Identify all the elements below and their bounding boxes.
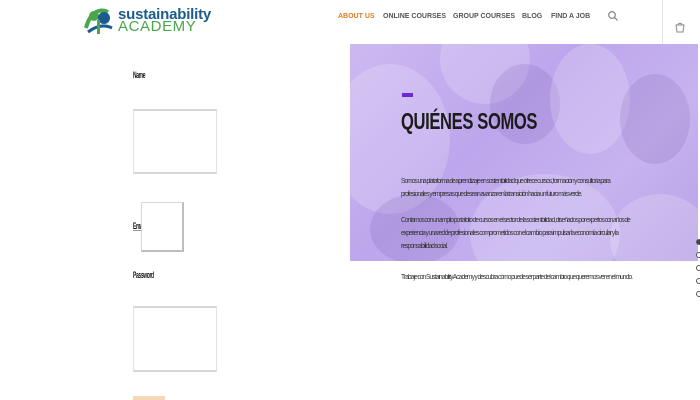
nav-group-courses[interactable]: GROUP COURSES — [453, 13, 515, 20]
nav-online-courses[interactable]: ONLINE COURSES — [383, 13, 446, 20]
email-field[interactable] — [141, 202, 184, 252]
nav-about-us[interactable]: ABOUT US — [338, 13, 375, 20]
nav-blog[interactable]: BLOG — [522, 13, 542, 20]
slide-dot-2[interactable] — [696, 252, 700, 258]
intro-paragraph-2: Contamos con un amplio portafolio de cur… — [401, 217, 631, 250]
password-label: Password — [133, 270, 154, 280]
slide-dot-4[interactable] — [696, 278, 700, 284]
intro-paragraph-1: Somos una plataforma de aprendizaje en s… — [401, 178, 611, 198]
nav-find-a-job[interactable]: FIND A JOB — [551, 13, 590, 20]
page-title: QUIÉNES SOMOS — [401, 108, 538, 134]
slide-dot-3[interactable] — [696, 265, 700, 271]
site-header: sustainability ACADEMY ABOUT US ONLINE C… — [0, 0, 700, 44]
name-label: Name — [133, 70, 146, 80]
name-field[interactable] — [133, 109, 217, 174]
logo-line2: ACADEMY — [118, 18, 197, 35]
header-divider — [662, 0, 663, 44]
password-field[interactable] — [133, 306, 217, 372]
submit-button[interactable] — [133, 396, 165, 400]
slide-dot-5[interactable] — [696, 291, 700, 297]
site-logo[interactable]: sustainability ACADEMY — [82, 2, 222, 36]
slide-dot-1[interactable] — [696, 239, 700, 245]
title-accent-bar — [402, 93, 413, 97]
cart-icon[interactable] — [674, 22, 686, 34]
search-icon[interactable] — [607, 10, 619, 22]
intro-paragraph-3: Trabaje con Sustainability Academy y des… — [401, 274, 633, 281]
logo-mark-icon — [84, 8, 113, 34]
